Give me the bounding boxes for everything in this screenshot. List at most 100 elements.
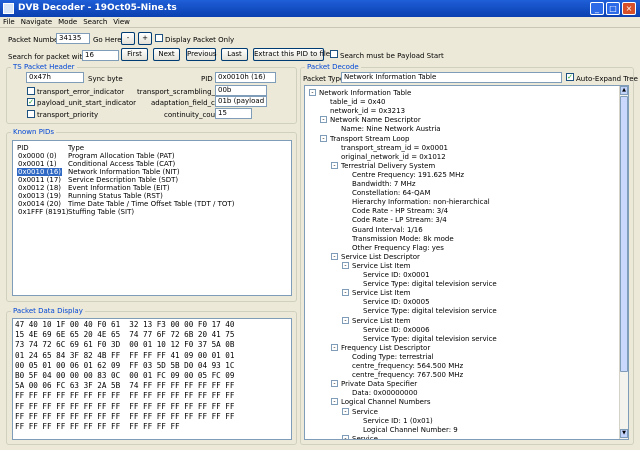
payload-start-checkbox[interactable] [330, 50, 338, 58]
tree-node[interactable]: Network Information Table [319, 89, 411, 97]
pid-table-row[interactable]: 0x1FFF (8191) Stuffing Table (SIT) [15, 208, 289, 216]
scroll-down-button[interactable]: ▼ [620, 429, 628, 438]
tree-expander-icon[interactable]: - [342, 261, 349, 269]
tree-node[interactable]: Service ID: 1 (0x01) [363, 417, 433, 425]
menu-navigate[interactable]: Navigate [18, 17, 55, 28]
tree-node[interactable]: Other Frequency Flag: yes [352, 244, 444, 252]
tree-node[interactable]: original_network_id = 0x1012 [341, 153, 446, 161]
tree-node[interactable]: Bandwidth: 7 MHz [352, 180, 416, 188]
hex-row: 00 05 01 00 06 01 62 09 FF 03 5D 5B D0 0… [15, 360, 235, 370]
tree-expander-icon[interactable]: - [320, 134, 327, 142]
pid-table-row[interactable]: 0x0011 (17) Service Description Table (SD… [15, 176, 289, 184]
tree-node[interactable]: Frequency List Descriptor [341, 344, 430, 352]
tree-node[interactable]: Service Type: digital television service [363, 335, 497, 343]
display-packet-only-label: Display Packet Only [165, 36, 235, 44]
tree-node[interactable]: transport_stream_id = 0x0001 [341, 144, 448, 152]
menu-view[interactable]: View [110, 17, 133, 28]
tree-node[interactable]: Private Data Specifier [341, 380, 417, 388]
menu-file[interactable]: File [0, 17, 18, 28]
first-button[interactable]: First [121, 48, 148, 61]
tree-node[interactable]: Service List Item [352, 317, 411, 325]
last-button[interactable]: Last [221, 48, 248, 61]
tree-node[interactable]: Terrestrial Delivery System [341, 162, 435, 170]
minimize-button[interactable]: _ [590, 2, 604, 15]
tree-node[interactable]: Service Type: digital television service [363, 307, 497, 315]
tree-node[interactable]: Guard Interval: 1/16 [352, 226, 423, 234]
auto-expand-label: Auto-Expand Tree [576, 75, 638, 83]
tree-node[interactable]: table_id = 0x40 [330, 98, 385, 106]
tree-node[interactable]: Hierarchy Information: non-hierarchical [352, 198, 490, 206]
decode-tree[interactable]: ▲ ▼ - Network Information Table table_id =… [304, 85, 629, 440]
close-button[interactable]: × [622, 2, 636, 15]
sync-byte-label: Sync byte [88, 75, 123, 83]
tree-node[interactable]: Service List Descriptor [341, 253, 420, 261]
decrement-button[interactable]: - [121, 32, 135, 45]
scroll-up-button[interactable]: ▲ [620, 86, 628, 95]
tree-expander-icon[interactable]: - [331, 380, 338, 388]
tree-node[interactable]: Centre Frequency: 191.625 MHz [352, 171, 464, 179]
pid-table-row[interactable]: 0x0010 (16) Network Information Table (NI… [15, 168, 289, 176]
pid-cell: 0x0012 (18) [18, 184, 62, 192]
tree-expander-icon[interactable]: - [309, 89, 316, 96]
tree-node[interactable]: Service ID: 0x0001 [363, 271, 430, 279]
tree-expander-icon[interactable]: - [342, 407, 349, 415]
maximize-button[interactable]: □ [606, 2, 620, 15]
pid-label: PID [201, 75, 213, 83]
tree-node[interactable]: Data: 0x00000000 [352, 389, 418, 397]
search-pid-input[interactable]: 16 [82, 50, 119, 61]
tree-node[interactable]: centre_frequency: 564.500 MHz [352, 362, 463, 370]
tree-node[interactable]: Service Type: digital television service [363, 280, 497, 288]
tree-expander-icon[interactable]: - [342, 289, 349, 297]
type-cell: Service Description Table (SDT) [68, 176, 179, 184]
tree-expander-icon[interactable]: - [342, 316, 349, 324]
transport-priority-checkbox[interactable] [27, 110, 35, 118]
tree-node[interactable]: Coding Type: terrestrial [352, 353, 434, 361]
menu-mode[interactable]: Mode [55, 17, 80, 28]
tree-node[interactable]: Code Rate - LP Stream: 3/4 [352, 216, 447, 224]
tree-node[interactable]: Transmission Mode: 8k mode [352, 235, 454, 243]
packet-number-input[interactable]: 34135 [56, 33, 90, 44]
tree-node[interactable]: Constellation: 64-QAM [352, 189, 431, 197]
tree-node[interactable]: Code Rate - HP Stream: 3/4 [352, 207, 448, 215]
pid-cell: 0x0011 (17) [18, 176, 62, 184]
tree-node[interactable]: Name: Nine Network Austria [341, 125, 441, 133]
tree-expander-icon[interactable]: - [342, 434, 349, 439]
tree-scrollbar[interactable]: ▲ ▼ [619, 86, 628, 439]
tree-node[interactable]: Service ID: 0x0006 [363, 326, 430, 334]
tree-node[interactable]: Service [352, 408, 378, 416]
go-here-label[interactable]: Go Here [93, 35, 122, 45]
increment-button[interactable]: + [138, 32, 152, 45]
menu-search[interactable]: Search [80, 17, 110, 28]
next-button[interactable]: Next [153, 48, 180, 61]
tree-node[interactable]: network_id = 0x3213 [330, 107, 405, 115]
extract-pid-button[interactable]: Extract this PID to file... [253, 48, 337, 61]
scroll-thumb[interactable] [620, 96, 628, 372]
tree-node[interactable]: Logical Channel Number: 9 [363, 426, 458, 434]
tree-node[interactable]: Service [352, 435, 378, 439]
tree-expander-icon[interactable]: - [331, 343, 338, 351]
tree-node[interactable]: Service List Item [352, 262, 411, 270]
tree-expander-icon[interactable]: - [331, 398, 338, 406]
display-packet-only-checkbox[interactable] [155, 34, 163, 42]
tree-expander-icon[interactable]: - [331, 252, 338, 260]
tree-node[interactable]: Service ID: 0x0005 [363, 298, 430, 306]
pid-table-row[interactable]: 0x0000 (0) Program Allocation Table (PAT) [15, 152, 289, 160]
tree-node[interactable]: Logical Channel Numbers [341, 398, 431, 406]
packet-hex-view[interactable]: 47 40 10 1F 00 40 F0 61 32 13 F3 00 00 F… [12, 318, 292, 440]
tree-node[interactable]: centre_frequency: 767.500 MHz [352, 371, 463, 379]
pid-table-row[interactable]: 0x0013 (19) Running Status Table (RST) [15, 192, 289, 200]
tree-node[interactable]: Transport Stream Loop [330, 135, 409, 143]
type-cell: Event Information Table (EIT) [68, 184, 170, 192]
tree-expander-icon[interactable]: - [320, 116, 327, 124]
tree-node[interactable]: Network Name Descriptor [330, 116, 421, 124]
tree-node[interactable]: Service List Item [352, 289, 411, 297]
known-pids-table[interactable]: PID Type 0x0000 (0) Program Allocation Ta… [12, 140, 292, 296]
payload-unit-start-checkbox[interactable]: ✓ [27, 98, 35, 106]
pid-table-row[interactable]: 0x0012 (18) Event Information Table (EIT) [15, 184, 289, 192]
previous-button[interactable]: Previous [186, 48, 217, 61]
pid-table-row[interactable]: 0x0014 (20) Time Date Table / Time Offset… [15, 200, 289, 208]
pid-table-row[interactable]: 0x0001 (1) Conditional Access Table (CAT) [15, 160, 289, 168]
auto-expand-checkbox[interactable]: ✓ [566, 73, 574, 81]
transport-error-checkbox[interactable] [27, 87, 35, 95]
tree-expander-icon[interactable]: - [331, 161, 338, 169]
